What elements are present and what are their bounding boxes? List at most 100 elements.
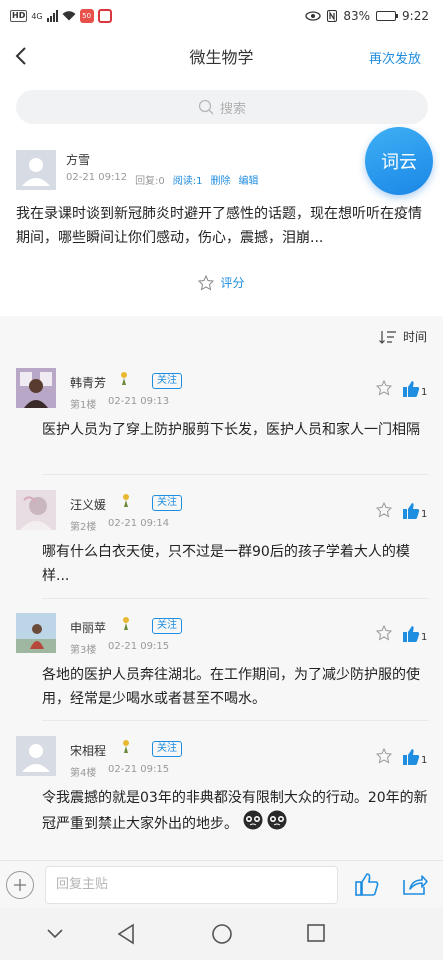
app-notification-icon	[97, 9, 112, 23]
chevron-down-icon[interactable]	[46, 928, 64, 940]
reply-text: 令我震撼的就是03年的非典都没有限制大众的行动。20年的新冠严重到禁止大家外出的…	[42, 790, 428, 832]
user-photo	[16, 613, 56, 653]
app-notification-icon: 50	[79, 9, 94, 23]
reply-count: 回复:0	[135, 176, 165, 187]
republish-button[interactable]: 再次发放	[369, 48, 421, 67]
rate-icon	[198, 274, 215, 290]
read-count-link[interactable]: 阅读:1	[173, 172, 203, 187]
avatar[interactable]	[16, 150, 56, 190]
nfc-icon	[327, 10, 338, 22]
page-title: 微生物学	[189, 48, 254, 67]
post-body: 我在录课时谈到新冠肺炎时避开了感性的话题，现在想听听在疫情期间，哪些瞬间让你们感…	[16, 206, 422, 246]
reply-author[interactable]: 宋相程	[70, 742, 106, 759]
sort-icon	[379, 330, 396, 344]
rate-label: 评分	[220, 276, 245, 290]
divider	[42, 720, 429, 721]
edit-button[interactable]: 编辑	[239, 172, 259, 187]
avatar[interactable]	[16, 368, 56, 408]
like-post-button[interactable]	[354, 871, 380, 901]
system-navigation-bar	[0, 908, 443, 960]
divider	[42, 598, 429, 599]
sort-button[interactable]: 时间	[379, 328, 427, 345]
post-meta: 02-21 09:12 回复:0 阅读:1 删除 编辑	[66, 172, 259, 187]
network-type: 4G	[31, 11, 43, 21]
rate-icon[interactable]	[375, 624, 393, 645]
wifi-icon	[62, 11, 76, 21]
reply-input[interactable]: 回复主贴	[45, 866, 338, 904]
thumbs-up-outline-icon	[355, 873, 379, 896]
signal-icon	[46, 10, 58, 22]
battery-icon	[376, 11, 399, 21]
divider	[42, 474, 429, 475]
level-badge-icon	[120, 615, 132, 634]
rate-icon[interactable]	[375, 379, 393, 400]
like-button[interactable]: 1	[402, 380, 427, 398]
search-icon	[198, 99, 214, 115]
like-count: 1	[421, 387, 428, 398]
add-attachment-button[interactable]	[6, 871, 34, 899]
recents-square-icon[interactable]	[306, 923, 326, 943]
battery-percent: 83%	[343, 9, 371, 23]
back-triangle-icon[interactable]	[116, 923, 136, 945]
thumbs-up-icon	[403, 626, 420, 642]
like-count: 1	[421, 509, 428, 520]
rate-button[interactable]: 评分	[0, 274, 443, 291]
avatar[interactable]	[16, 613, 56, 653]
post-author[interactable]: 方雪	[66, 151, 90, 168]
like-count: 1	[421, 755, 428, 766]
like-button[interactable]: 1	[402, 748, 427, 766]
avatar[interactable]	[16, 736, 56, 776]
follow-button[interactable]: 关注	[152, 741, 182, 757]
avatar[interactable]	[16, 490, 56, 530]
reply-author[interactable]: 申丽苹	[70, 619, 106, 636]
default-avatar-icon	[16, 150, 56, 190]
status-bar: HD 4G 50 83% 9:22	[0, 0, 443, 32]
reply-body: 哪有什么白衣天使，只不过是一群90后的孩子学着大人的模样...	[42, 544, 410, 584]
follow-button[interactable]: 关注	[152, 495, 182, 511]
like-count: 1	[421, 632, 428, 643]
level-badge-icon	[120, 738, 132, 757]
rate-icon[interactable]	[375, 501, 393, 522]
reply-time: 02-21 09:14	[108, 518, 170, 529]
floor-number: 第1楼	[70, 400, 97, 411]
user-photo	[16, 490, 56, 530]
reply-body: 令我震撼的就是03年的非典都没有限制大众的行动。20年的新冠严重到禁止大家外出的…	[42, 786, 432, 838]
back-arrow-icon[interactable]	[12, 44, 32, 68]
reply-time: 02-21 09:15	[108, 764, 170, 775]
thumbs-up-icon	[403, 503, 420, 519]
eye-icon	[305, 11, 322, 21]
crying-emoji-icon	[266, 810, 288, 838]
home-circle-icon[interactable]	[211, 923, 233, 945]
thumbs-up-icon	[403, 749, 420, 765]
reply-input-bar: 回复主贴	[0, 860, 443, 908]
like-button[interactable]: 1	[402, 502, 427, 520]
rate-icon[interactable]	[375, 747, 393, 768]
hd-indicator: HD	[10, 10, 28, 22]
follow-button[interactable]: 关注	[152, 618, 182, 634]
share-icon	[403, 875, 428, 895]
reply-author[interactable]: 韩青芳	[70, 374, 106, 391]
user-photo	[16, 368, 56, 408]
reply-author[interactable]: 汪义媛	[70, 496, 106, 513]
replies-section: 时间 韩青芳 关注 第1楼 02-21 09:13 1 医护人员为了穿上防护服剪…	[0, 316, 443, 860]
search-bar[interactable]: 搜索	[16, 90, 428, 124]
floor-number: 第2楼	[70, 522, 97, 533]
thumbs-up-icon	[403, 381, 420, 397]
share-button[interactable]	[402, 872, 428, 900]
reply-time: 02-21 09:15	[108, 641, 170, 652]
level-badge-icon	[118, 370, 130, 389]
post-time: 02-21 09:12	[66, 172, 128, 183]
clock: 9:22	[402, 9, 429, 23]
reply-body: 医护人员为了穿上防护服剪下长发，医护人员和家人一门相隔	[42, 422, 420, 438]
level-badge-icon	[120, 492, 132, 511]
delete-button[interactable]: 删除	[211, 172, 231, 187]
top-nav: 微生物学 再次发放	[0, 32, 443, 80]
like-button[interactable]: 1	[402, 625, 427, 643]
floor-number: 第4楼	[70, 768, 97, 779]
plus-icon	[14, 879, 26, 891]
search-placeholder: 搜索	[219, 101, 246, 117]
default-avatar-icon	[16, 736, 56, 776]
word-cloud-button[interactable]: 词云	[365, 127, 433, 195]
follow-button[interactable]: 关注	[152, 373, 182, 389]
floor-number: 第3楼	[70, 645, 97, 656]
